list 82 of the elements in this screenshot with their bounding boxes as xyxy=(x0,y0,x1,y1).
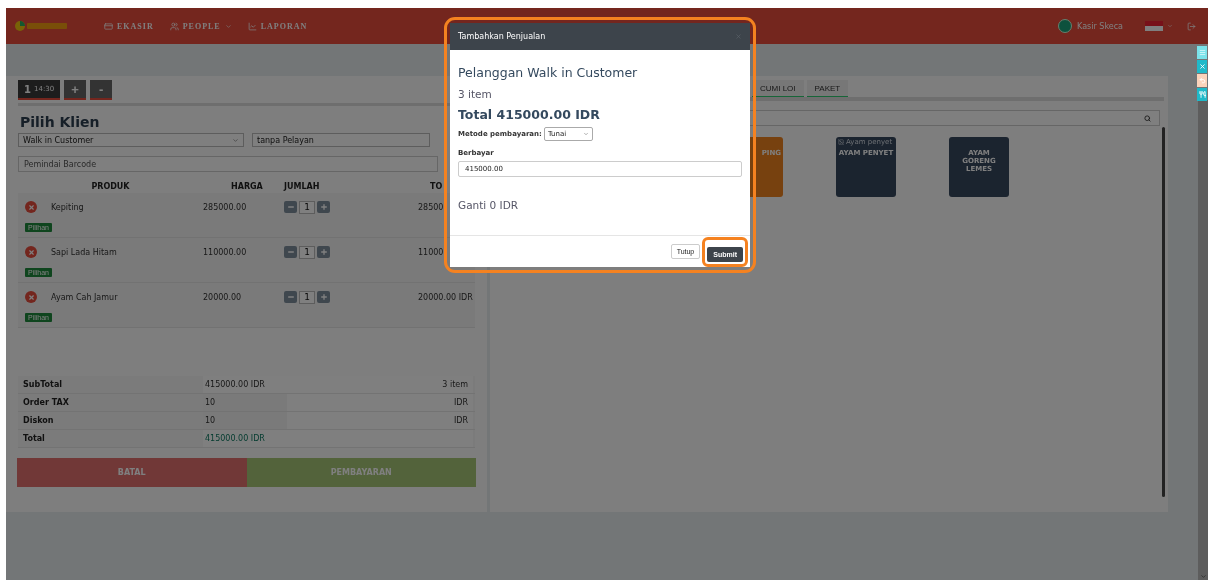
logout-icon[interactable] xyxy=(1187,21,1196,31)
quantity-field[interactable]: 1 xyxy=(299,290,315,304)
caret-icon xyxy=(224,22,232,30)
order-action-button[interactable]: - xyxy=(90,80,113,100)
close-icon xyxy=(1198,63,1206,70)
column-header: JUMLAH xyxy=(284,181,321,191)
waiter-select[interactable]: tanpa Pelayan xyxy=(252,133,430,147)
column-header: HARGA xyxy=(230,181,264,191)
summary-label: Total xyxy=(22,434,46,443)
remove-icon[interactable] xyxy=(25,246,37,258)
price-cell: 20000.00 xyxy=(203,292,242,302)
minus-button[interactable] xyxy=(284,291,297,303)
customer-heading: Pelanggan Walk in Customer xyxy=(458,65,639,80)
minus-icon xyxy=(286,248,295,256)
dialog-title: Tambahkan Penjualan xyxy=(458,32,546,41)
summary-unit: IDR xyxy=(452,416,468,425)
cancel-button[interactable]: BATAL xyxy=(17,458,247,487)
plus-button[interactable] xyxy=(317,246,330,258)
category-tab[interactable]: CUMI LOI xyxy=(752,80,804,97)
price-cell: 285000.00 xyxy=(203,202,247,212)
undo-icon xyxy=(1198,77,1206,84)
minus-button[interactable] xyxy=(284,246,297,258)
caret-icon xyxy=(582,131,589,137)
remove-icon[interactable] xyxy=(25,291,37,303)
avatar-icon xyxy=(1058,19,1073,33)
summary-input[interactable]: 10 xyxy=(203,412,287,429)
people-icon xyxy=(169,21,179,31)
flag-icon[interactable] xyxy=(1145,21,1163,31)
minus-button[interactable] xyxy=(284,201,297,213)
product-name: Ayam Cah Jamur xyxy=(51,292,118,302)
category-tab[interactable]: PAKET xyxy=(806,80,849,97)
summary-label: Order TAX xyxy=(22,398,70,407)
plus-button[interactable] xyxy=(317,291,330,303)
product-name: Sapi Lada Hitam xyxy=(51,247,117,257)
menu-icon xyxy=(1198,49,1206,56)
scroll-down-icon[interactable] xyxy=(1199,573,1207,580)
total-heading: Total 415000.00 IDR xyxy=(458,107,601,122)
undo-button[interactable] xyxy=(1197,74,1207,87)
nav-menu-item[interactable]: PEOPLE xyxy=(169,21,232,31)
quantity-field[interactable]: 1 xyxy=(299,245,315,259)
order-action-button[interactable]: + xyxy=(64,80,87,100)
nav-menu-item[interactable]: EKASIR xyxy=(104,21,154,31)
price-cell: 110000.00 xyxy=(203,247,247,257)
summary-value: 415000.00 IDR xyxy=(204,380,265,389)
summary-label: Diskon xyxy=(22,416,55,425)
column-header: TO xyxy=(429,181,444,191)
caret-icon xyxy=(232,136,239,144)
close-icon[interactable] xyxy=(735,33,742,40)
summary-value: 415000.00 IDR xyxy=(204,434,265,443)
close-button[interactable] xyxy=(1197,60,1207,73)
summary-input[interactable]: 10 xyxy=(203,394,287,411)
summary-unit: IDR xyxy=(452,398,468,407)
product-name: Kepiting xyxy=(51,202,84,212)
quantity-field[interactable]: 1 xyxy=(299,200,315,214)
user-name[interactable]: Kasir Skeca xyxy=(1077,21,1123,31)
page-scrollbar[interactable] xyxy=(1198,100,1208,580)
summary-unit: 3 item xyxy=(441,380,468,389)
minus-icon xyxy=(286,293,295,301)
item-count: 3 item xyxy=(458,88,493,100)
caret-icon xyxy=(1167,23,1173,29)
nav-menu-item[interactable]: LAPORAN xyxy=(247,21,308,31)
summary-label: SubTotal xyxy=(22,380,64,389)
search-icon xyxy=(1144,114,1151,122)
menu-button[interactable] xyxy=(1197,46,1207,59)
total-cell: 28500 xyxy=(418,202,444,212)
minus-icon xyxy=(286,203,295,211)
utensils-icon xyxy=(1198,91,1206,98)
plus-icon xyxy=(319,293,328,301)
plus-button[interactable] xyxy=(317,201,330,213)
utensils-button[interactable] xyxy=(1197,88,1207,101)
remove-icon[interactable] xyxy=(25,201,37,213)
column-header: PRODUK xyxy=(90,181,131,191)
card-icon xyxy=(104,21,113,31)
total-cell: 20000.00 IDR xyxy=(418,292,473,302)
broken-image-icon xyxy=(838,139,844,145)
plus-icon xyxy=(319,248,328,256)
change-amount: Ganti 0 IDR xyxy=(458,199,520,211)
barcode-field[interactable]: Pemindai Barcode xyxy=(18,156,438,172)
total-cell: 11000 xyxy=(418,247,444,257)
plus-icon xyxy=(319,203,328,211)
chart-icon xyxy=(247,21,257,31)
customer-select[interactable]: Walk in Customer xyxy=(18,133,244,147)
